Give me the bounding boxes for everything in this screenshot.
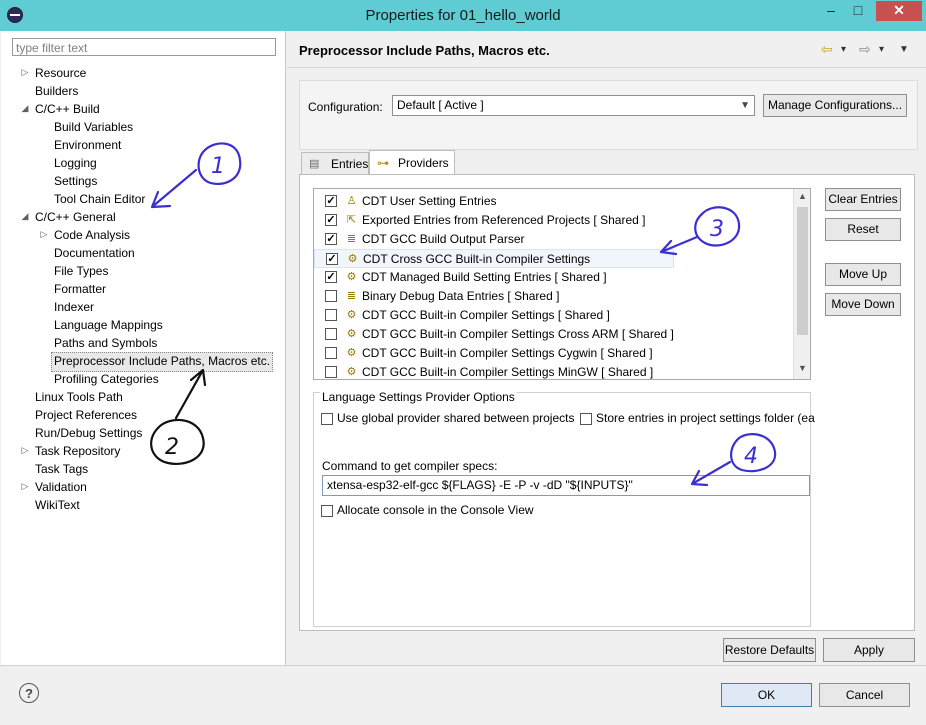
annotation-4-arrow (690, 460, 732, 487)
annotation-2-label: 2 (165, 435, 179, 460)
annotation-layer: 1 3 4 2 (150, 142, 777, 487)
annotation-1-arrow (150, 168, 198, 209)
annotation-4-label: 4 (744, 444, 758, 469)
annotation-3-label: 3 (710, 217, 724, 242)
annotation-2-arrow (174, 368, 207, 420)
annotation-3-arrow (659, 235, 699, 256)
annotation-1-label: 1 (211, 154, 225, 179)
